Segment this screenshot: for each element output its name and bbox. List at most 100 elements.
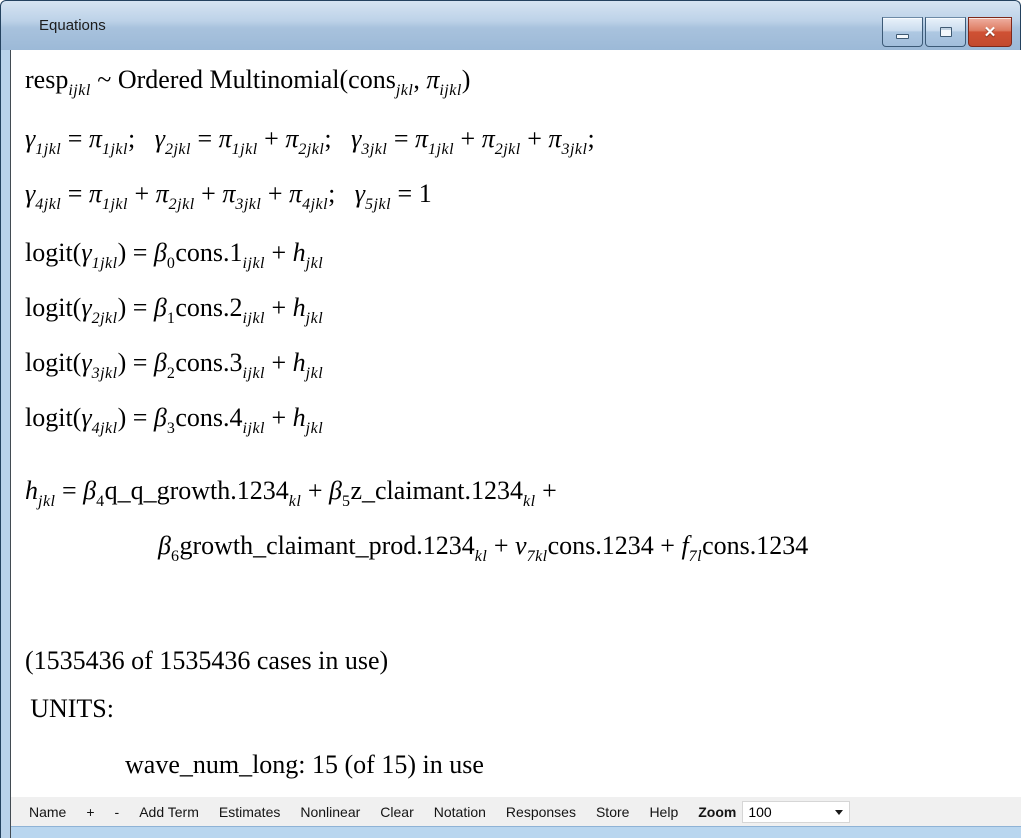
equation-line[interactable]: logit(γ2jkl) = β1cons.2ijkl + hjkl xyxy=(25,286,1015,341)
equation-segment: β xyxy=(329,476,342,505)
equation-segment: ijkl xyxy=(243,310,265,327)
equation-segment: + xyxy=(265,238,293,267)
toolbar-button-notation[interactable]: Notation xyxy=(424,800,496,824)
equation-line[interactable]: β6growth_claimant_prod.1234kl + v7klcons… xyxy=(25,524,1015,579)
window-title: Equations xyxy=(39,17,106,34)
equation-segment: ) xyxy=(462,65,471,94)
equation-line[interactable]: γ4jkl = π1jkl + π2jkl + π3jkl + π4jkl; γ… xyxy=(25,172,1015,227)
equation-segment: ijkl xyxy=(243,365,265,382)
chevron-down-icon xyxy=(835,810,843,815)
equation-segment: π xyxy=(89,179,102,208)
equation-segment: γ xyxy=(81,238,91,267)
equation-segment: 2jkl xyxy=(165,141,191,158)
equation-segment: 2jkl xyxy=(495,141,521,158)
maximize-button[interactable] xyxy=(925,17,966,47)
equation-segment: ) = xyxy=(118,293,154,322)
equation-line[interactable]: logit(γ1jkl) = β0cons.1ijkl + hjkl xyxy=(25,231,1015,286)
equation-segment: π xyxy=(482,124,495,153)
equation-segment: ; xyxy=(328,179,355,208)
equation-segment: γ xyxy=(81,293,91,322)
equation-segment: 4 xyxy=(96,493,105,510)
equation-segment: π xyxy=(219,124,232,153)
equation-segment: γ xyxy=(351,124,361,153)
equation-segment: wave_num_long: 15 (of 15) in use xyxy=(125,750,484,779)
close-icon: ✕ xyxy=(984,25,997,40)
toolbar-button-nonlinear[interactable]: Nonlinear xyxy=(290,800,370,824)
equation-segment: ) = xyxy=(118,403,154,432)
equation-segment: q_q_growth.1234 xyxy=(105,476,289,505)
equation-segment: + xyxy=(536,476,557,505)
equation-segment: ; xyxy=(128,124,155,153)
window-frame-left xyxy=(0,50,11,838)
equation-segment: γ xyxy=(81,403,91,432)
toolbar-button-clear[interactable]: Clear xyxy=(370,800,423,824)
toolbar-button-responses[interactable]: Responses xyxy=(496,800,586,824)
equation-segment: π xyxy=(89,124,102,153)
toolbar-button-[interactable]: - xyxy=(105,800,130,824)
toolbar-button-[interactable]: + xyxy=(76,800,104,824)
toolbar-button-help[interactable]: Help xyxy=(639,800,688,824)
equation-segment: kl xyxy=(523,493,536,510)
toolbar-button-add-term[interactable]: Add Term xyxy=(129,800,209,824)
equation-segment: = xyxy=(56,476,84,505)
equation-segment: 4jkl xyxy=(302,196,328,213)
zoom-level-value: 100 xyxy=(748,804,771,820)
equation-segment: = xyxy=(387,124,415,153)
equation-segment: 2jkl xyxy=(92,310,118,327)
equation-segment: h xyxy=(293,348,306,377)
equation-segment: UNITS: xyxy=(25,694,114,723)
equation-segment: + xyxy=(265,348,293,377)
equation-segment: 5jkl xyxy=(365,196,391,213)
minimize-button[interactable] xyxy=(882,17,923,47)
equation-segment: π xyxy=(156,179,169,208)
equation-segment: jkl xyxy=(306,310,324,327)
equation-segment: jkl xyxy=(306,420,324,437)
equation-segment: π xyxy=(415,124,428,153)
equation-segment: 1jkl xyxy=(92,255,118,272)
equation-line[interactable]: hjkl = β4q_q_growth.1234kl + β5z_claiman… xyxy=(25,469,1015,524)
equation-segment: + xyxy=(265,293,293,322)
zoom-level-combobox[interactable]: 100 xyxy=(742,801,850,823)
equation-line[interactable]: respijkl ~ Ordered Multinomial(consjkl, … xyxy=(25,58,1015,113)
equation-segment: 2jkl xyxy=(169,196,195,213)
equation-segment: jkl xyxy=(38,493,56,510)
equation-segment: jkl xyxy=(306,365,324,382)
equation-segment: 4jkl xyxy=(35,196,61,213)
equation-line[interactable]: γ1jkl = π1jkl; γ2jkl = π1jkl + π2jkl; γ3… xyxy=(25,117,1015,172)
equation-segment: 7l xyxy=(689,548,702,565)
equation-segment: kl xyxy=(289,493,302,510)
equation-segment: h xyxy=(293,238,306,267)
equation-segment: ~ Ordered Multinomial(cons xyxy=(91,65,396,94)
equation-segment: 4jkl xyxy=(92,420,118,437)
equation-segment: cons.4 xyxy=(175,403,242,432)
toolbar-button-store[interactable]: Store xyxy=(586,800,639,824)
equation-segment: + xyxy=(195,179,223,208)
equations-display[interactable]: respijkl ~ Ordered Multinomial(consjkl, … xyxy=(11,50,1021,797)
minimize-icon xyxy=(896,34,909,39)
equation-segment: = xyxy=(191,124,219,153)
equation-line[interactable]: (1535436 of 1535436 cases in use) xyxy=(25,639,1015,683)
equation-segment: 3jkl xyxy=(92,365,118,382)
equation-segment: 2jkl xyxy=(298,141,324,158)
equation-segment: + xyxy=(258,124,286,153)
toolbar-button-name[interactable]: Name xyxy=(19,800,76,824)
equation-segment: γ xyxy=(81,348,91,377)
equation-segment: h xyxy=(25,476,38,505)
equation-line[interactable]: wave_num_long: 15 (of 15) in use xyxy=(25,743,1015,787)
equation-line[interactable]: id_long: 383859 (of 383859) in use xyxy=(25,787,1015,797)
equation-segment: z_claimant.1234 xyxy=(350,476,523,505)
toolbar-button-zoom[interactable]: Zoom xyxy=(688,800,742,824)
caption-buttons: ✕ xyxy=(882,17,1012,47)
equation-line[interactable]: UNITS: xyxy=(25,687,1015,731)
close-button[interactable]: ✕ xyxy=(968,17,1012,47)
equation-segment: h xyxy=(293,403,306,432)
equation-segment: cons.3 xyxy=(175,348,242,377)
equation-line[interactable]: logit(γ3jkl) = β2cons.3ijkl + hjkl xyxy=(25,341,1015,396)
equation-segment: π xyxy=(289,179,302,208)
equation-segment: π xyxy=(285,124,298,153)
equation-segment: cons.1234 + xyxy=(548,531,682,560)
title-bar[interactable]: Equations ✕ xyxy=(0,0,1021,50)
equation-line[interactable]: logit(γ4jkl) = β3cons.4ijkl + hjkl xyxy=(25,396,1015,451)
toolbar-button-estimates[interactable]: Estimates xyxy=(209,800,290,824)
equation-segment: β xyxy=(154,403,167,432)
